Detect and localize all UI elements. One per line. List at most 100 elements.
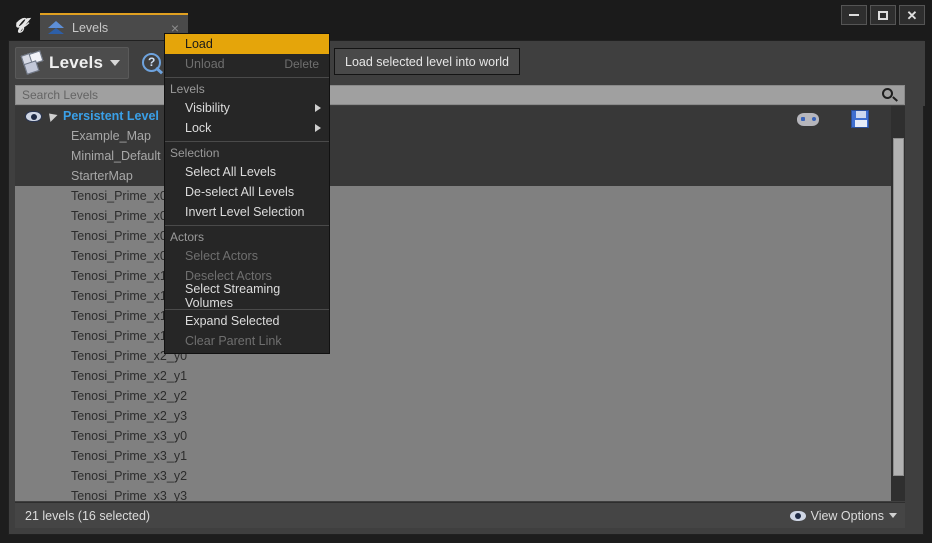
menu-item-label: Select Actors	[185, 249, 258, 263]
search-row: Search Levels	[9, 84, 925, 106]
level-row[interactable]: Tenosi_Prime_x2_y0	[15, 346, 905, 366]
levels-context-menu[interactable]: Load Unload Delete Levels Visibility Lock Sele…	[164, 33, 330, 354]
chevron-right-icon	[315, 104, 321, 112]
view-options-label: View Options	[810, 508, 884, 523]
level-row[interactable]: Tenosi_Prime_x2_y2	[15, 386, 905, 406]
help-search-icon[interactable]: ?	[140, 51, 164, 75]
level-name: Persistent Level	[63, 109, 159, 123]
menu-item-label: Expand Selected	[185, 314, 280, 328]
menu-item-label: Unload	[185, 57, 225, 71]
chevron-down-icon	[889, 513, 897, 518]
search-placeholder: Search Levels	[22, 88, 99, 102]
level-row[interactable]: Tenosi_Prime_x2_y1	[15, 366, 905, 386]
menu-item-expand-selected[interactable]: Expand Selected	[165, 311, 329, 331]
minimize-button[interactable]	[841, 5, 867, 25]
level-name: Example_Map	[71, 129, 151, 143]
menu-section-selection: Selection	[170, 145, 220, 160]
level-name: Tenosi_Prime_x3_y1	[71, 449, 188, 463]
close-button[interactable]: ✕	[899, 5, 925, 25]
menu-item-label: Invert Level Selection	[185, 205, 305, 219]
window-controls: ✕	[841, 5, 925, 25]
levels-button-label: Levels	[49, 52, 104, 72]
menu-item-label: Clear Parent Link	[185, 334, 282, 348]
search-input[interactable]: Search Levels	[15, 85, 905, 105]
menu-item-select-all-levels[interactable]: Select All Levels	[165, 162, 329, 182]
level-name: Tenosi_Prime_x0_y2	[71, 229, 188, 243]
menu-item-invert-level-selection[interactable]: Invert Level Selection	[165, 202, 329, 222]
menu-item-label: Lock	[185, 121, 212, 135]
level-name: Tenosi_Prime_x2_y3	[71, 409, 188, 423]
menu-section-actors: Actors	[170, 229, 205, 244]
eye-icon[interactable]	[25, 110, 42, 122]
tooltip-text: Load selected level into world	[345, 54, 509, 69]
eye-icon	[789, 510, 806, 521]
level-name: StarterMap	[71, 169, 133, 183]
level-cubes-icon	[20, 49, 45, 75]
level-row[interactable]: StarterMap	[15, 166, 905, 186]
list-scrollbar[interactable]	[891, 106, 905, 501]
maximize-button[interactable]	[870, 5, 896, 25]
level-row[interactable]: Tenosi_Prime_x3_y2	[15, 466, 905, 486]
title-bar: 𝓆 Levels × ✕	[0, 0, 932, 40]
level-row[interactable]: Minimal_Default	[15, 146, 905, 166]
search-icon[interactable]	[881, 87, 898, 104]
level-row[interactable]: Tenosi_Prime_x1_y3	[15, 326, 905, 346]
level-name: Tenosi_Prime_x2_y1	[71, 369, 188, 383]
level-row[interactable]: Example_Map	[15, 126, 905, 146]
unreal-engine-logo-icon: 𝓆	[15, 6, 29, 33]
levels-dropdown-button[interactable]: Levels	[15, 46, 130, 79]
menu-item-label: Visibility	[185, 101, 230, 115]
level-name: Tenosi_Prime_x3_y0	[71, 429, 188, 443]
chevron-down-icon	[110, 59, 121, 66]
level-name: Minimal_Default	[71, 149, 161, 163]
menu-item-label: Load	[185, 37, 213, 51]
menu-section-levels: Levels	[170, 81, 205, 96]
menu-item-unload: Unload Delete	[165, 54, 329, 74]
view-options-button[interactable]: View Options	[789, 508, 905, 523]
level-name: Tenosi_Prime_x0_y3	[71, 249, 188, 263]
menu-item-clear-parent-link: Clear Parent Link	[165, 331, 329, 351]
level-name: Tenosi_Prime_x1_y1	[71, 289, 188, 303]
level-row[interactable]: Tenosi_Prime_x0_y3	[15, 246, 905, 266]
level-name: Tenosi_Prime_x3_y3	[71, 489, 188, 501]
menu-item-label: Select All Levels	[185, 165, 277, 179]
menu-item-deselect-all-levels[interactable]: De-select All Levels	[165, 182, 329, 202]
menu-item-select-streaming-volumes[interactable]: Select Streaming Volumes	[165, 282, 329, 310]
level-name: Tenosi_Prime_x1_y3	[71, 329, 188, 343]
level-row[interactable]: Tenosi_Prime_x1_y1	[15, 286, 905, 306]
menu-item-shortcut: Delete	[284, 57, 319, 71]
level-row[interactable]: Tenosi_Prime_x0_y0	[15, 186, 905, 206]
tooltip: Load selected level into world	[334, 48, 520, 75]
level-name: Tenosi_Prime_x2_y2	[71, 389, 188, 403]
menu-item-label: Select Streaming Volumes	[185, 282, 281, 310]
menu-item-load[interactable]: Load	[165, 34, 329, 54]
levels-panel: Levels ? Search Levels Persistent Level …	[8, 40, 925, 535]
menu-separator	[165, 225, 329, 226]
level-row[interactable]: Tenosi_Prime_x1_y0	[15, 266, 905, 286]
menu-separator	[165, 141, 329, 142]
menu-item-visibility[interactable]: Visibility	[165, 98, 329, 118]
level-row[interactable]: Tenosi_Prime_x3_y0	[15, 426, 905, 446]
menu-item-label: Deselect Actors	[185, 269, 272, 283]
levels-rows: Persistent Level Example_Map Minimal_Defau…	[15, 106, 905, 501]
level-count-status: 21 levels (16 selected)	[25, 508, 151, 523]
level-row[interactable]: Tenosi_Prime_x0_y1	[15, 206, 905, 226]
scrollbar-thumb[interactable]	[893, 138, 904, 476]
level-row[interactable]: Tenosi_Prime_x3_y1	[15, 446, 905, 466]
level-name: Tenosi_Prime_x3_y2	[71, 469, 188, 483]
level-row[interactable]: Tenosi_Prime_x2_y3	[15, 406, 905, 426]
level-name: Tenosi_Prime_x0_y1	[71, 209, 188, 223]
level-name: Tenosi_Prime_x2_y0	[71, 349, 188, 363]
level-row[interactable]: Tenosi_Prime_x1_y2	[15, 306, 905, 326]
menu-separator	[165, 77, 329, 78]
chevron-right-icon	[315, 124, 321, 132]
level-row[interactable]: Tenosi_Prime_x3_y3	[15, 486, 905, 501]
menu-item-lock[interactable]: Lock	[165, 118, 329, 138]
levels-list[interactable]: Persistent Level Example_Map Minimal_Defau…	[15, 106, 905, 501]
level-row[interactable]: Tenosi_Prime_x0_y2	[15, 226, 905, 246]
level-row[interactable]: Persistent Level	[15, 106, 905, 126]
levels-window: 𝓆 Levels × ✕ Levels ? Search Levels Pers…	[0, 0, 932, 543]
expand-triangle-icon[interactable]	[45, 109, 58, 123]
level-name: Tenosi_Prime_x1_y2	[71, 309, 188, 323]
level-name: Tenosi_Prime_x1_y0	[71, 269, 188, 283]
